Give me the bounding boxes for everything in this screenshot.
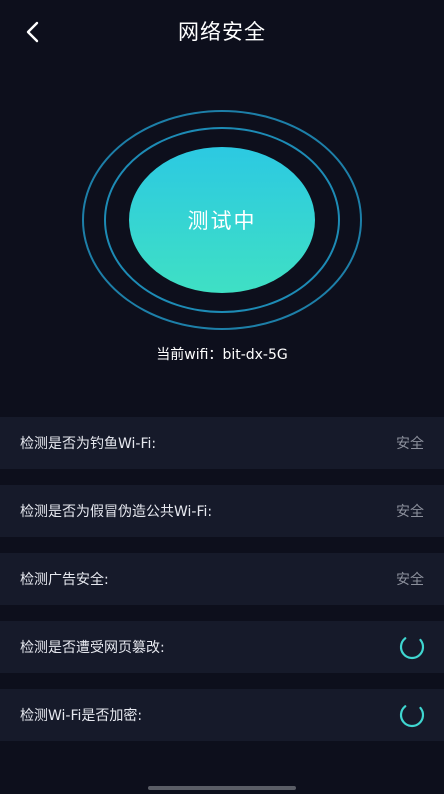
current-wifi-ssid: bit-dx-5G	[222, 347, 288, 363]
check-status: 安全	[396, 572, 424, 588]
check-row-phishing[interactable]: 检测是否为钓鱼Wi-Fi: 安全	[0, 417, 444, 469]
check-label: 检测广告安全:	[20, 572, 109, 588]
check-label: 检测是否遭受网页篡改:	[20, 640, 165, 656]
check-status: 安全	[396, 436, 424, 452]
scan-indicator: 测试中	[82, 110, 362, 330]
home-indicator[interactable]	[148, 786, 296, 790]
check-label: 检测是否为钓鱼Wi-Fi:	[20, 436, 157, 452]
current-wifi: 当前wifi：bit-dx-5G	[0, 344, 444, 366]
check-row-fake-public-wifi[interactable]: 检测是否为假冒伪造公共Wi-Fi: 安全	[0, 485, 444, 537]
current-wifi-label: 当前wifi：	[156, 347, 223, 363]
check-row-page-tamper[interactable]: 检测是否遭受网页篡改:	[0, 621, 444, 673]
page-title: 网络安全	[178, 20, 266, 44]
check-row-ad-security[interactable]: 检测广告安全: 安全	[0, 553, 444, 605]
loading-spinner-icon	[399, 634, 425, 660]
check-label: 检测是否为假冒伪造公共Wi-Fi:	[20, 504, 213, 520]
loading-spinner-icon	[399, 702, 425, 728]
scan-status-button[interactable]: 测试中	[129, 147, 315, 293]
check-row-wifi-encryption[interactable]: 检测Wi-Fi是否加密:	[0, 689, 444, 741]
header-bar: 网络安全	[0, 0, 444, 64]
check-label: 检测Wi-Fi是否加密:	[20, 708, 143, 724]
check-status: 安全	[396, 504, 424, 520]
